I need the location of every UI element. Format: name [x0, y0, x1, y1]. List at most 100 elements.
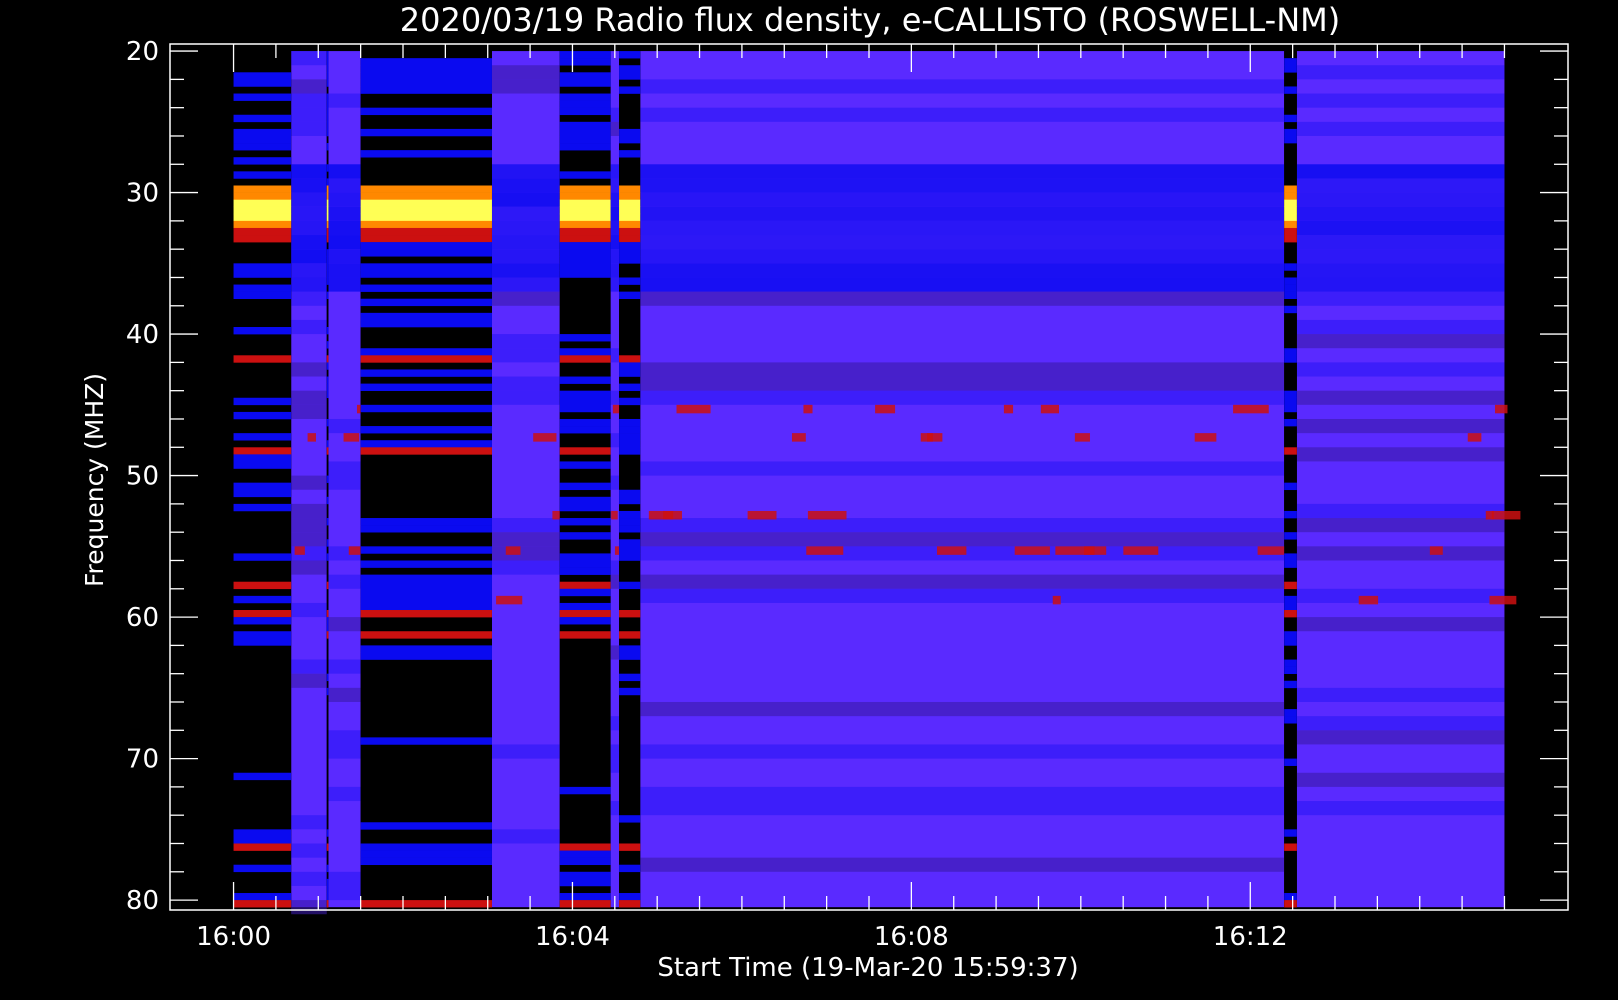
heatmap-active-band: [559, 843, 611, 851]
heatmap-quiet-band: [1296, 249, 1505, 264]
chart-title: 2020/03/19 Radio flux density, e-CALLIST…: [400, 1, 1340, 39]
heatmap-quiet-band: [291, 277, 327, 292]
heatmap-active-band: [559, 567, 611, 575]
heatmap-active-band: [559, 461, 611, 469]
heatmap-active-band: [559, 602, 611, 611]
heatmap-red-patch: [807, 510, 847, 520]
heatmap-quiet-band: [1296, 206, 1505, 221]
heatmap-quiet-band: [610, 107, 620, 122]
heatmap-active-band: [233, 900, 292, 908]
y-tick-label: 30: [126, 179, 159, 209]
heatmap-active-band: [326, 107, 329, 116]
heatmap-active-band: [360, 192, 492, 200]
heatmap-active-band: [559, 893, 611, 901]
heatmap-red-patch: [875, 404, 896, 414]
heatmap-quiet-band: [610, 277, 620, 292]
heatmap-active-band: [1284, 213, 1297, 222]
heatmap-quiet-band: [491, 829, 560, 844]
heatmap-active-band: [360, 284, 492, 292]
heatmap-active-band: [326, 447, 329, 455]
heatmap-active-band: [1284, 206, 1297, 215]
heatmap-quiet-band: [328, 885, 361, 901]
heatmap-quiet-band: [610, 801, 620, 816]
heatmap-active-band: [233, 192, 292, 200]
heatmap-active-band: [559, 242, 611, 250]
heatmap-active-band: [559, 135, 611, 144]
heatmap-active-band: [619, 546, 641, 554]
heatmap-quiet-band: [491, 744, 560, 759]
heatmap-active-band: [559, 426, 611, 434]
heatmap-active-band: [326, 687, 329, 696]
heatmap-active-band: [559, 206, 611, 215]
heatmap-active-band: [360, 185, 492, 193]
heatmap-active-band: [360, 737, 492, 745]
heatmap-active-band: [559, 503, 611, 512]
heatmap-active-band: [360, 426, 492, 434]
heatmap-active-band: [233, 128, 292, 137]
heatmap-active-band: [326, 93, 329, 101]
heatmap-red-patch: [803, 404, 813, 414]
heatmap-active-band: [360, 227, 492, 236]
heatmap-quiet-band: [291, 291, 327, 306]
heatmap-active-band: [1284, 595, 1297, 604]
heatmap-quiet-band: [491, 178, 560, 193]
heatmap-active-band: [233, 199, 292, 208]
heatmap-active-band: [326, 496, 329, 505]
heatmap-active-band: [326, 277, 329, 285]
heatmap-quiet-band: [1296, 390, 1505, 405]
heatmap-red-patch: [496, 595, 523, 605]
heatmap-active-band: [233, 79, 292, 87]
heatmap-active-band: [1284, 291, 1297, 300]
heatmap-active-band: [559, 900, 611, 908]
heatmap-active-band: [360, 560, 492, 568]
heatmap-quiet-band: [291, 192, 327, 207]
heatmap-active-band: [619, 447, 641, 455]
heatmap-active-band: [360, 595, 492, 604]
heatmap-red-patch: [1495, 404, 1508, 414]
heatmap-active-band: [1284, 305, 1297, 314]
heatmap-quiet-band: [291, 164, 327, 179]
heatmap-active-band: [360, 199, 492, 208]
heatmap-active-band: [1284, 348, 1297, 356]
heatmap-active-band: [559, 878, 611, 887]
x-tick-label: 16:00: [196, 922, 271, 952]
heatmap-active-band: [233, 836, 292, 844]
heatmap-active-band: [559, 390, 611, 399]
heatmap-active-band: [233, 213, 292, 222]
heatmap-active-band: [619, 843, 641, 851]
heatmap-active-band: [619, 687, 641, 696]
heatmap-quiet-band: [610, 475, 620, 490]
heatmap-active-band: [233, 617, 292, 625]
heatmap-quiet-band: [1296, 418, 1505, 434]
heatmap-active-band: [360, 857, 492, 866]
y-tick-label: 20: [126, 37, 159, 67]
heatmap-active-band: [360, 383, 492, 391]
heatmap-red-patch: [1014, 546, 1050, 555]
heatmap-active-band: [559, 235, 611, 243]
heatmap-active-band: [559, 213, 611, 222]
heatmap-active-band: [559, 72, 611, 80]
heatmap-active-band: [559, 355, 611, 363]
heatmap-quiet-band: [640, 107, 1285, 122]
heatmap-quiet-band: [610, 192, 620, 207]
heatmap-quiet-band: [291, 107, 327, 122]
heatmap-quiet-band: [1296, 687, 1505, 702]
heatmap-quiet-band: [1296, 319, 1505, 335]
heatmap-active-band: [619, 440, 641, 448]
heatmap-quiet-band: [491, 235, 560, 250]
heatmap-active-band: [619, 496, 641, 505]
heatmap-quiet-band: [1296, 263, 1505, 278]
heatmap-active-band: [326, 114, 329, 123]
heatmap-active-band: [360, 72, 492, 80]
heatmap-active-band: [233, 157, 292, 165]
heatmap-red-patch: [611, 510, 618, 520]
heatmap-quiet-band: [1296, 192, 1505, 207]
heatmap-red-patch: [676, 404, 711, 414]
heatmap-quiet-band: [291, 900, 327, 915]
heatmap-active-band: [233, 355, 292, 363]
heatmap-quiet-band: [610, 164, 620, 179]
heatmap-quiet-band: [1296, 93, 1505, 108]
heatmap-quiet-band: [328, 786, 361, 802]
heatmap-quiet-band: [328, 192, 361, 207]
heatmap-quiet-band: [640, 263, 1285, 278]
